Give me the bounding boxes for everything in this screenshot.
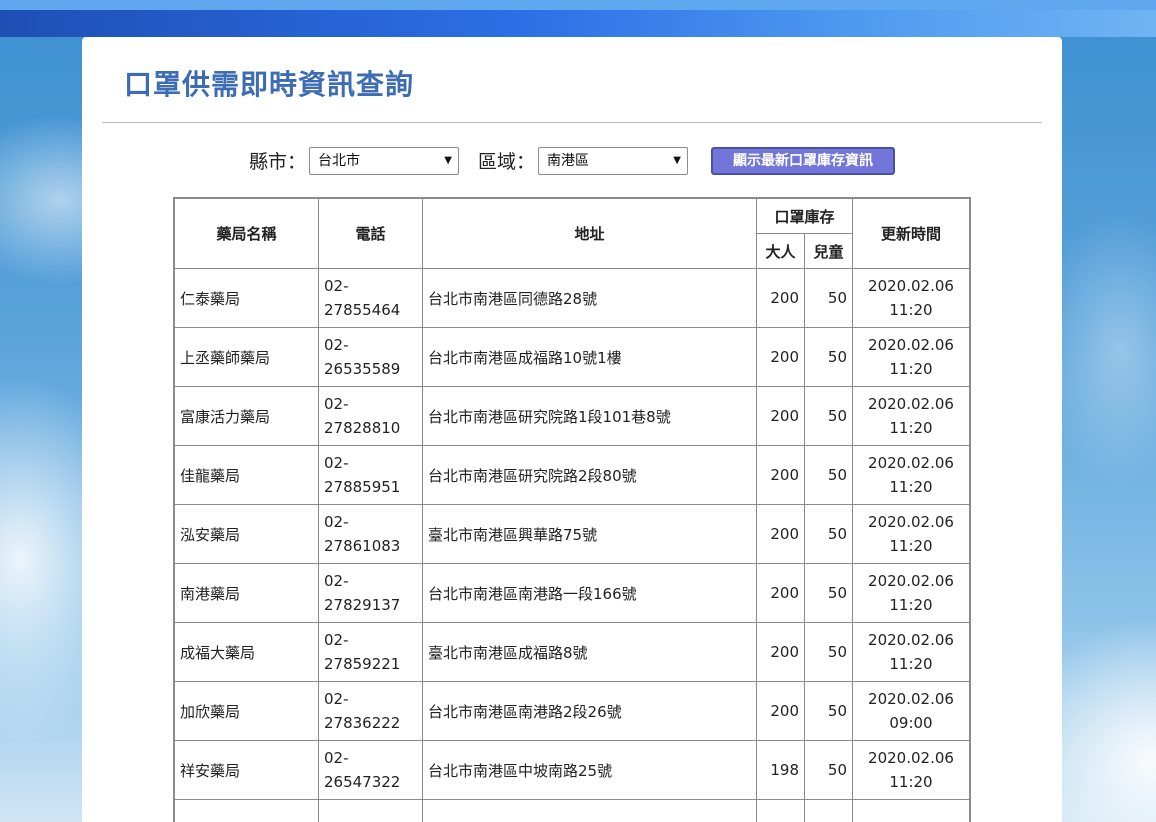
pharmacy-address: 臺北市南港區興華路75號 bbox=[422, 504, 757, 564]
updated-time: 2020.02.06 bbox=[852, 799, 971, 822]
pharmacy-phone: 02- 26547322 bbox=[318, 740, 423, 800]
header-updated: 更新時間 bbox=[852, 197, 971, 269]
district-select-value: 南港區 bbox=[547, 153, 589, 169]
child-stock bbox=[804, 799, 853, 822]
district-select[interactable]: 南港區 ▼ bbox=[538, 147, 688, 175]
pharmacy-address: 台北市南港區研究院路2段80號 bbox=[422, 445, 757, 505]
table-row: 仁泰藥局 02- 27855464 台北市南港區同德路28號 200 50 2020.02.… bbox=[173, 268, 971, 328]
county-select[interactable]: 台北市 ▼ bbox=[309, 147, 459, 175]
header-name: 藥局名稱 bbox=[173, 197, 319, 269]
pharmacy-address: 台北市南港區中坡南路25號 bbox=[422, 740, 757, 800]
pharmacy-address: 台北市南港區研究院路1段101巷8號 bbox=[422, 386, 757, 446]
adult-stock: 200 bbox=[756, 445, 805, 505]
updated-time: 2020.02.06 11:20 bbox=[852, 445, 971, 505]
pharmacy-name: 成福大藥局 bbox=[173, 622, 319, 682]
adult-stock: 198 bbox=[756, 740, 805, 800]
pharmacy-phone: 02- 26535589 bbox=[318, 327, 423, 387]
pharmacy-name bbox=[173, 799, 319, 822]
table-row: 成福大藥局 02- 27859221 臺北市南港區成福路8號 200 50 2020.02.… bbox=[173, 622, 971, 682]
table-row: 祥安藥局 02- 26547322 台北市南港區中坡南路25號 198 50 2020.02… bbox=[173, 740, 971, 800]
updated-time: 2020.02.06 11:20 bbox=[852, 386, 971, 446]
adult-stock: 200 bbox=[756, 563, 805, 623]
header-child: 兒童 bbox=[804, 233, 853, 269]
updated-time: 2020.02.06 09:00 bbox=[852, 681, 971, 741]
table-row: 南港藥局 02- 27829137 台北市南港區南港路一段166號 200 50 2020.… bbox=[173, 563, 971, 623]
table-row: 富康活力藥局 02- 27828810 台北市南港區研究院路1段101巷8號 200 50… bbox=[173, 386, 971, 446]
updated-time: 2020.02.06 11:20 bbox=[852, 740, 971, 800]
child-stock: 50 bbox=[804, 504, 853, 564]
pharmacy-address: 臺北市南港區成福路8號 bbox=[422, 622, 757, 682]
child-stock: 50 bbox=[804, 268, 853, 328]
adult-stock: 200 bbox=[756, 268, 805, 328]
pharmacy-name: 仁泰藥局 bbox=[173, 268, 319, 328]
pharmacy-name: 加欣藥局 bbox=[173, 681, 319, 741]
updated-time: 2020.02.06 11:20 bbox=[852, 622, 971, 682]
child-stock: 50 bbox=[804, 563, 853, 623]
pharmacy-phone: 02- 27859221 bbox=[318, 622, 423, 682]
pharmacy-address: 台北市南港區成福路10號1樓 bbox=[422, 327, 757, 387]
child-stock: 50 bbox=[804, 740, 853, 800]
table-row: 上丞藥師藥局 02- 26535589 台北市南港區成福路10號1樓 200 50 2020… bbox=[173, 327, 971, 387]
updated-time: 2020.02.06 11:20 bbox=[852, 504, 971, 564]
pharmacy-phone: 02- 27836222 bbox=[318, 681, 423, 741]
table-row: 泓安藥局 02- 27861083 臺北市南港區興華路75號 200 50 2020.02.… bbox=[173, 504, 971, 564]
pharmacy-phone: 02- 27861083 bbox=[318, 504, 423, 564]
adult-stock: 200 bbox=[756, 386, 805, 446]
adult-stock: 200 bbox=[756, 504, 805, 564]
dropdown-arrow-icon: ▼ bbox=[444, 155, 452, 166]
child-stock: 50 bbox=[804, 622, 853, 682]
pharmacy-phone: 02- bbox=[318, 799, 423, 822]
pharmacy-name: 富康活力藥局 bbox=[173, 386, 319, 446]
updated-time: 2020.02.06 11:20 bbox=[852, 327, 971, 387]
table-row: 佳龍藥局 02- 27885951 台北市南港區研究院路2段80號 200 50 2020.… bbox=[173, 445, 971, 505]
header-stock: 口罩庫存 bbox=[756, 197, 853, 234]
child-stock: 50 bbox=[804, 386, 853, 446]
title-divider bbox=[102, 122, 1042, 123]
pharmacy-address bbox=[422, 799, 757, 822]
filter-bar: 縣市： 台北市 ▼ 區域： 南港區 ▼ 顯示最新口罩庫存資訊 bbox=[82, 145, 1062, 177]
pharmacy-address: 台北市南港區南港路一段166號 bbox=[422, 563, 757, 623]
adult-stock: 200 bbox=[756, 327, 805, 387]
pharmacy-address: 台北市南港區南港路2段26號 bbox=[422, 681, 757, 741]
adult-stock bbox=[756, 799, 805, 822]
pharmacy-phone: 02- 27855464 bbox=[318, 268, 423, 328]
page-title: 口罩供需即時資訊查詢 bbox=[124, 68, 415, 101]
content-panel: 口罩供需即時資訊查詢 縣市： 台北市 ▼ 區域： 南港區 ▼ 顯示最新口罩庫存資… bbox=[82, 37, 1062, 822]
header-phone: 電話 bbox=[318, 197, 423, 269]
table-row: 02- 2020.02.06 bbox=[173, 799, 971, 822]
table-row: 加欣藥局 02- 27836222 台北市南港區南港路2段26號 200 50 2020.0… bbox=[173, 681, 971, 741]
pharmacy-name: 泓安藥局 bbox=[173, 504, 319, 564]
pharmacy-name: 上丞藥師藥局 bbox=[173, 327, 319, 387]
pharmacy-table: 藥局名稱 電話 地址 口罩庫存 更新時間 大人 兒童 仁泰藥局 02- 278554… bbox=[173, 197, 971, 822]
refresh-stock-button[interactable]: 顯示最新口罩庫存資訊 bbox=[711, 147, 895, 175]
pharmacy-phone: 02- 27828810 bbox=[318, 386, 423, 446]
adult-stock: 200 bbox=[756, 622, 805, 682]
pharmacy-phone: 02- 27885951 bbox=[318, 445, 423, 505]
header-address: 地址 bbox=[422, 197, 757, 269]
county-label: 縣市： bbox=[249, 151, 307, 173]
pharmacy-phone: 02- 27829137 bbox=[318, 563, 423, 623]
dropdown-arrow-icon: ▼ bbox=[673, 155, 681, 166]
district-label: 區域： bbox=[478, 151, 536, 173]
child-stock: 50 bbox=[804, 681, 853, 741]
header-adult: 大人 bbox=[756, 233, 805, 269]
updated-time: 2020.02.06 11:20 bbox=[852, 563, 971, 623]
adult-stock: 200 bbox=[756, 681, 805, 741]
child-stock: 50 bbox=[804, 445, 853, 505]
updated-time: 2020.02.06 11:20 bbox=[852, 268, 971, 328]
pharmacy-address: 台北市南港區同德路28號 bbox=[422, 268, 757, 328]
pharmacy-name: 佳龍藥局 bbox=[173, 445, 319, 505]
pharmacy-name: 南港藥局 bbox=[173, 563, 319, 623]
pharmacy-name: 祥安藥局 bbox=[173, 740, 319, 800]
child-stock: 50 bbox=[804, 327, 853, 387]
top-banner bbox=[0, 0, 1156, 37]
county-select-value: 台北市 bbox=[318, 153, 360, 169]
